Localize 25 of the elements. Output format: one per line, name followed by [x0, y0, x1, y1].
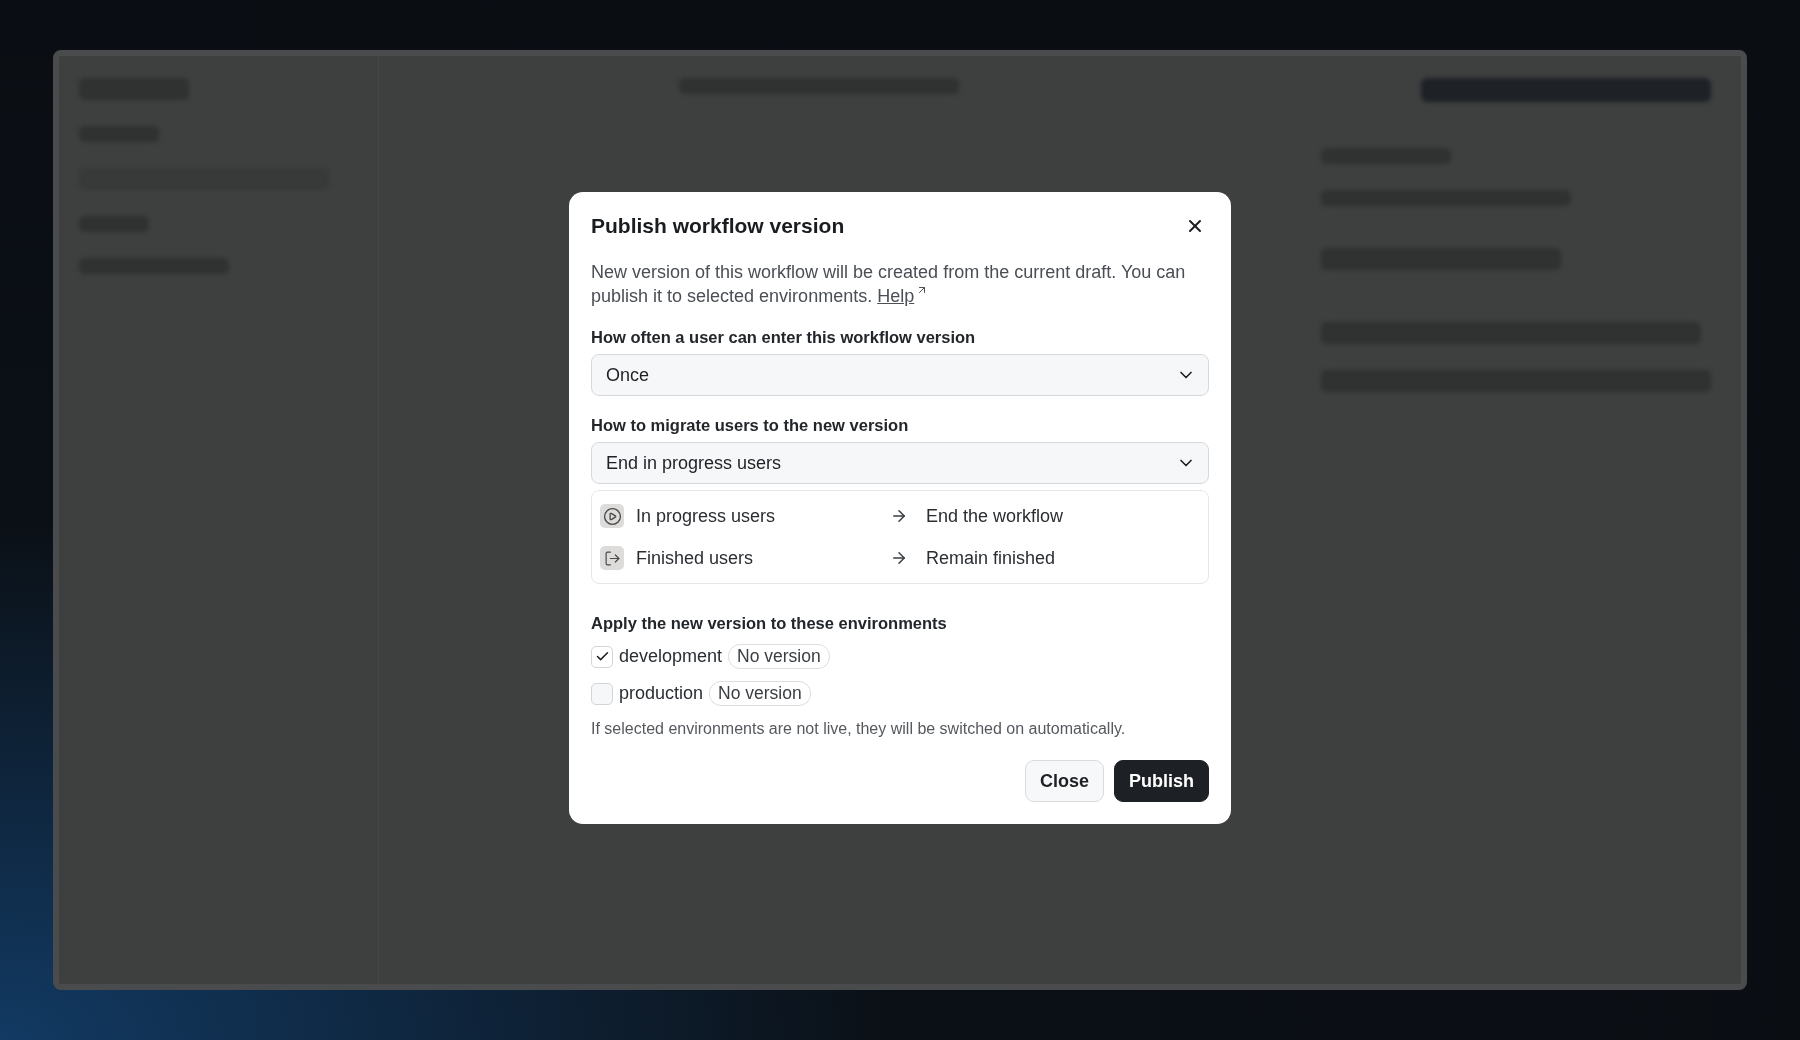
field-label: How to migrate users to the new version [591, 416, 910, 435]
arrow-right-icon [890, 507, 908, 525]
version-badge: No version [728, 644, 830, 669]
rule-source: Finished users [636, 547, 755, 569]
play-circle-icon [600, 504, 624, 528]
exit-icon [600, 546, 624, 570]
frequency-select[interactable]: Once [591, 354, 1209, 396]
rule-outcome: End the workflow [926, 505, 1065, 527]
environment-note: If selected environments are not live, they will be switched on automatically. [591, 720, 1127, 738]
arrow-right-icon [890, 549, 908, 567]
publish-button[interactable]: Publish [1114, 760, 1209, 802]
close-button[interactable]: Close [1024, 760, 1104, 802]
migration-select[interactable]: End in progress users [591, 442, 1209, 484]
checkbox[interactable] [591, 682, 613, 705]
field-label: Apply the new version to these environments [591, 614, 948, 633]
rule-outcome: Remain finished [926, 547, 1057, 569]
field-label: How often a user can enter this workflow version [591, 328, 977, 347]
dialog-description: New version of this workflow will be created from the current draft. You can publish it to selected environments. Help [591, 261, 1187, 308]
checkbox[interactable] [591, 645, 613, 668]
dialog-title: Publish workflow version [591, 214, 845, 238]
environment-name: development [619, 646, 723, 667]
help-link[interactable]: Help [877, 284, 929, 308]
version-badge: No version [709, 681, 811, 706]
rule-source: In progress users [636, 505, 777, 527]
environment-name: production [619, 683, 704, 704]
